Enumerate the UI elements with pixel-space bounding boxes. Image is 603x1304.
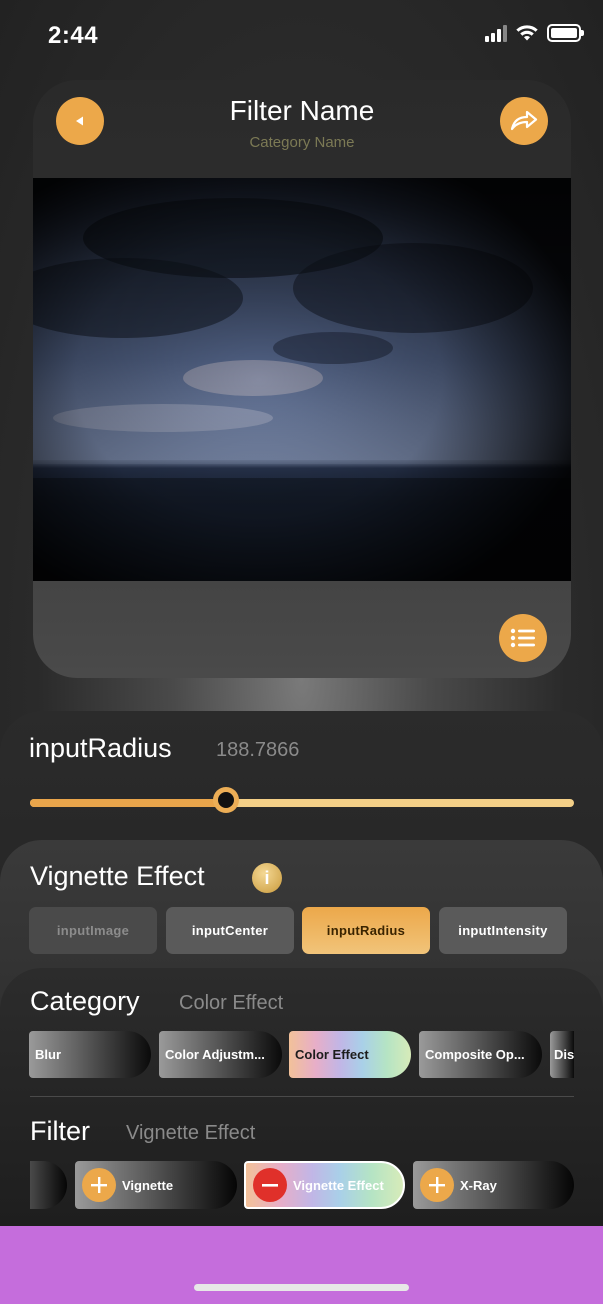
tab-inputRadius[interactable]: inputRadius xyxy=(302,907,430,954)
tab-inputCenter[interactable]: inputCenter xyxy=(166,907,294,954)
filter-effect-title: Vignette Effect xyxy=(30,861,205,891)
category-label: Category xyxy=(30,986,140,1016)
bottom-bar xyxy=(0,1226,603,1304)
filter-pill-vignette-effect[interactable]: Vignette Effect xyxy=(244,1161,405,1209)
info-icon[interactable]: i xyxy=(252,863,282,893)
category-pill-composite-operation[interactable]: Composite Op... xyxy=(419,1031,542,1078)
share-icon xyxy=(510,110,538,131)
share-button[interactable] xyxy=(500,97,548,145)
status-time: 2:44 xyxy=(48,22,99,49)
battery-icon xyxy=(547,24,584,42)
remove-icon xyxy=(253,1168,287,1202)
filter-preview-image xyxy=(33,178,571,581)
section-divider xyxy=(30,1096,574,1097)
category-pill-distortion[interactable]: Dis xyxy=(550,1031,574,1078)
slider-fill xyxy=(30,799,226,807)
preview-card: Filter Name Category Name xyxy=(33,80,571,678)
parameter-list-button[interactable] xyxy=(499,614,547,662)
list-icon xyxy=(510,628,535,648)
category-pill-color-effect[interactable]: Color Effect xyxy=(289,1031,411,1078)
category-name-subtitle: Category Name xyxy=(249,134,355,151)
wifi-icon xyxy=(516,25,538,41)
cellular-signal-icon xyxy=(485,24,507,42)
slider-value: 188.7866 xyxy=(216,739,300,761)
add-icon xyxy=(420,1168,454,1202)
filter-pill-vignette[interactable]: Vignette xyxy=(75,1161,237,1209)
filter-name-title: Filter Name xyxy=(229,95,375,126)
category-pill-blur[interactable]: Blur xyxy=(29,1031,151,1078)
status-icons xyxy=(485,24,584,42)
slider-param-name: inputRadius xyxy=(29,733,172,763)
filter-pill-label: Vignette xyxy=(122,1177,174,1193)
selected-category: Color Effect xyxy=(179,992,284,1014)
slider-thumb[interactable] xyxy=(212,787,239,813)
home-indicator[interactable] xyxy=(194,1284,409,1291)
tab-inputImage[interactable]: inputImage xyxy=(29,907,157,954)
filter-label: Filter xyxy=(30,1116,90,1146)
filter-pill-x-ray[interactable]: X-Ray xyxy=(413,1161,574,1209)
tab-inputIntensity[interactable]: inputIntensity xyxy=(439,907,567,954)
selected-filter: Vignette Effect xyxy=(126,1122,256,1144)
category-pill-color-adjustment[interactable]: Color Adjustm... xyxy=(159,1031,282,1078)
add-icon xyxy=(82,1168,116,1202)
filter-pill-label: Vignette Effect xyxy=(293,1177,384,1193)
filter-pill-partial[interactable] xyxy=(30,1161,67,1209)
browse-panel: Category Color Effect Blur Color Adjustm… xyxy=(0,968,603,1226)
filter-pill-label: X-Ray xyxy=(460,1177,497,1193)
